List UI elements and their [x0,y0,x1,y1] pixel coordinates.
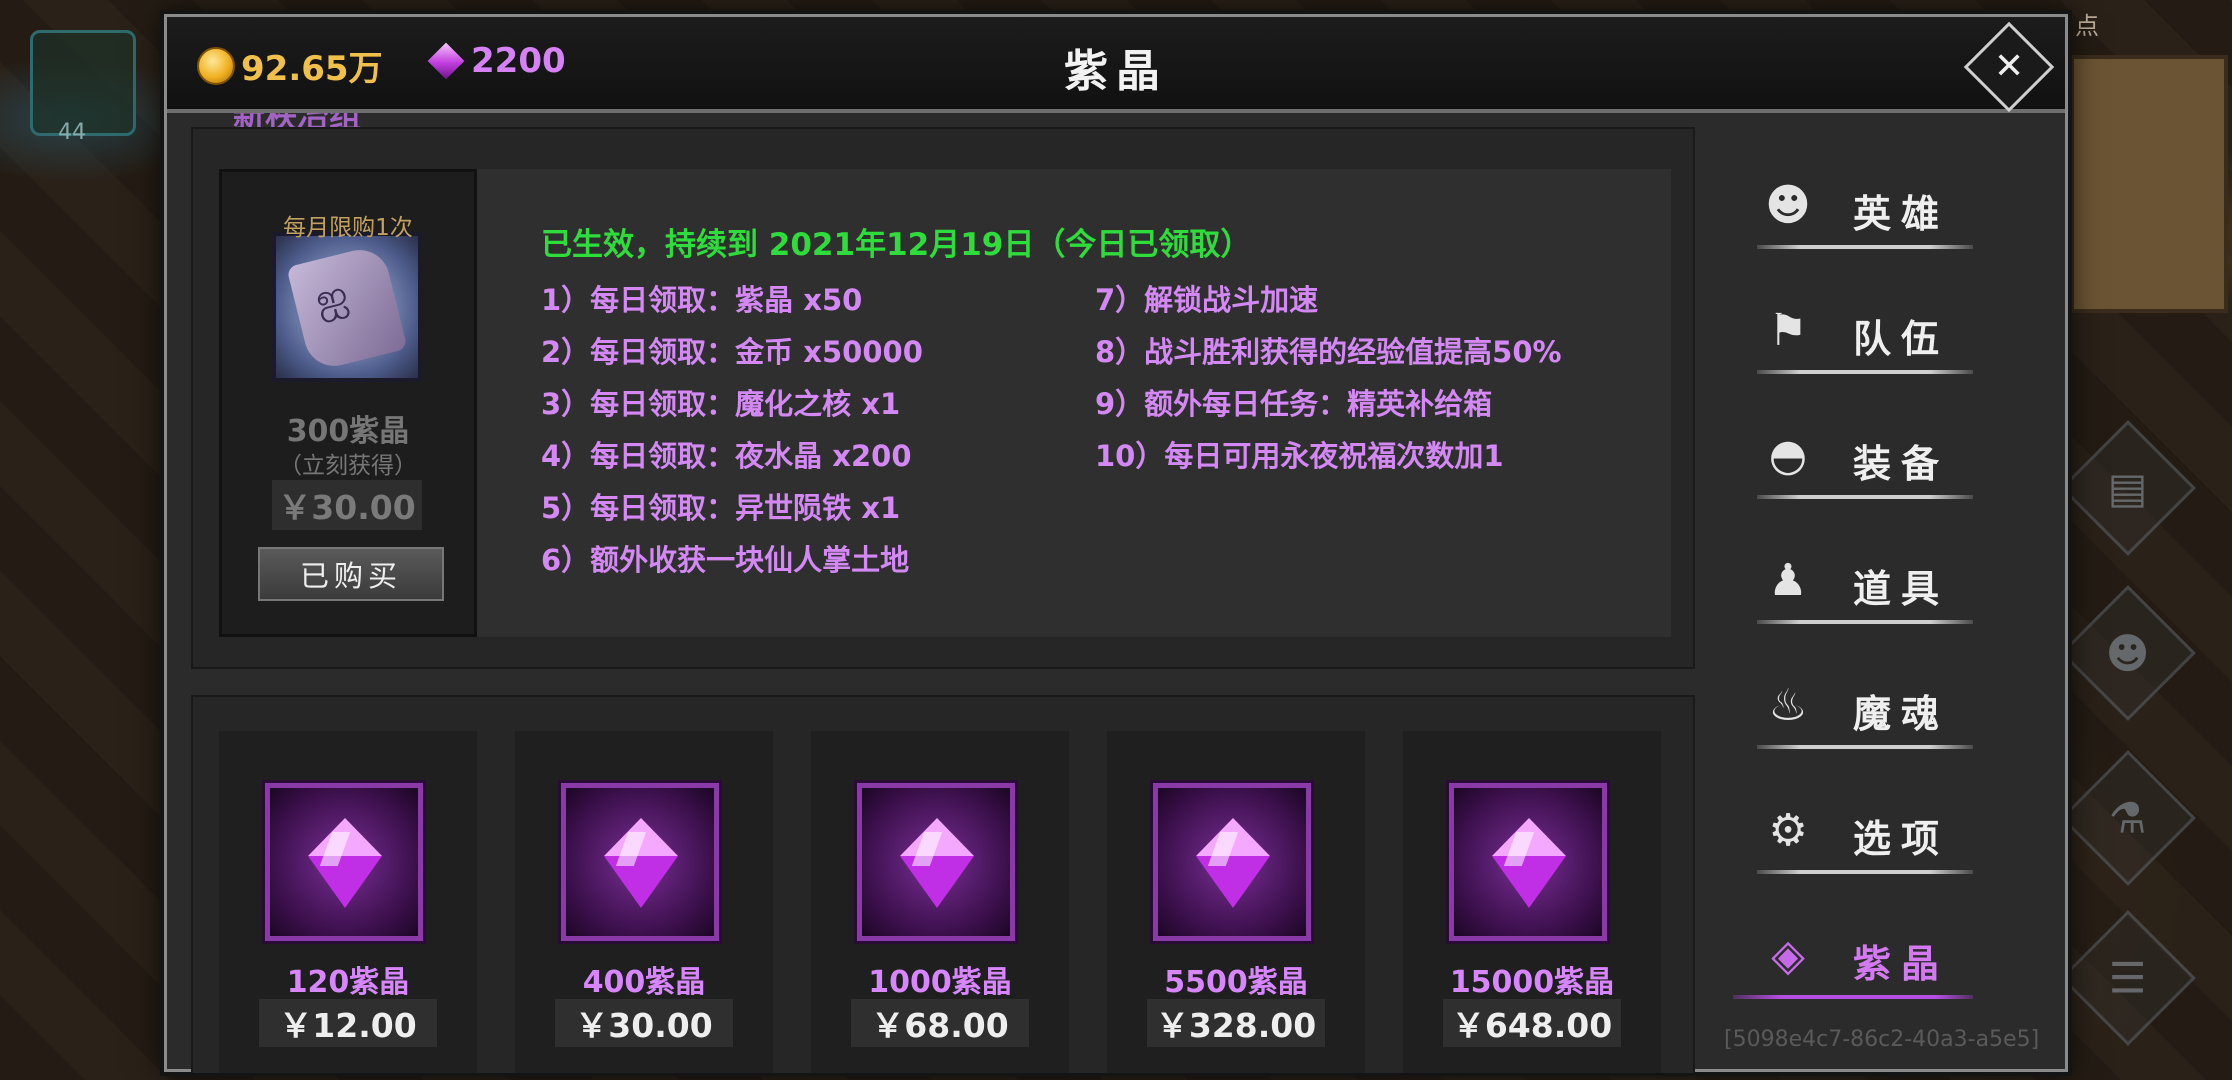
crystal-pack-card[interactable]: 120紫晶 ￥12.00 [219,731,477,1073]
purchased-button[interactable]: 已购买 [258,547,444,601]
crystal-icon [308,818,382,908]
gear-icon: ⚙ [1768,805,1808,856]
background-minimap-label: 点 [2075,12,2099,40]
helmet-icon: ◓ [1768,430,1808,481]
dialog-title: 紫晶 [1064,46,1168,97]
nav-item-crystals[interactable]: ◈ 紫晶 [1733,913,1973,1001]
pack-amount: 1000紫晶 [868,965,1012,1000]
nav-underline [1757,745,1973,749]
nav-label: 队伍 [1853,317,1950,361]
monthly-card-note: （立刻获得） [279,453,417,479]
crystal-shop-dialog: 92.65万 2200 紫晶 ✕ 新秩冶组 ஐ 每月限购1次 300紫晶 （立刻… [164,14,2068,1073]
flag-icon: ⚑ [1768,305,1808,356]
scroll-icon: ஐ [272,232,422,382]
scroll-icon: ▤ [2108,463,2148,513]
crystal-frame [857,783,1015,941]
crystal-pack-card[interactable]: 15000紫晶 ￥648.00 [1403,731,1661,1073]
shop-content[interactable]: 新秩冶组 ஐ 每月限购1次 300紫晶 （立刻获得） ￥30.00 已购买 已生… [191,113,1695,1073]
pack-amount: 5500紫晶 [1164,965,1308,1000]
crystal-frame [265,783,423,941]
nav-item-heroes[interactable]: ☻ 英雄 [1757,163,1973,251]
nav-label: 装备 [1853,442,1950,486]
perk-item: 1）每日领取：紫晶 x50 [541,283,863,317]
nav-label: 选项 [1853,817,1950,861]
close-icon: ✕ [1993,45,2025,87]
monthly-card-amount: 300紫晶 [286,414,410,449]
heroes-icon: ☻ [1765,180,1811,231]
menu-icon: ☰ [2109,953,2147,1003]
perk-item: 4）每日领取：夜水晶 x200 [541,439,912,473]
crystal-icon [604,818,678,908]
purchase-limit-badge: 每月限购1次 [283,215,413,241]
bag-icon: ♟ [1768,555,1808,606]
perk-item: 2）每日领取：金币 x50000 [541,335,923,369]
nav-label: 魔魂 [1853,692,1950,736]
nav-underline [1757,870,1973,874]
background-minimap [2070,55,2228,313]
heroes-icon: ☻ [2106,628,2150,678]
monthly-card-body: ஐ 每月限购1次 300紫晶 （立刻获得） ￥30.00 已购买 已生效，持续到… [219,169,1671,637]
crystal-pack-card[interactable]: 5500紫晶 ￥328.00 [1107,731,1365,1073]
pack-price-button[interactable]: ￥30.00 [555,999,733,1047]
perk-item: 9）额外每日任务：精英补给箱 [1095,387,1493,421]
crystal-packs-panel: 120紫晶 ￥12.00 400紫晶 ￥30.00 1000紫晶 ￥68.00 [191,695,1695,1073]
nav-underline [1757,620,1973,624]
crystal-frame [1153,783,1311,941]
perk-item: 8）战斗胜利获得的经验值提高50% [1095,335,1562,369]
nav-item-team[interactable]: ⚑ 队伍 [1757,288,1973,376]
side-navigation: ☻ 英雄 ⚑ 队伍 ◓ 装备 ♟ 道具 ♨ 魔魂 ⚙ 选项 ◈ 紫晶 [1707,113,2057,1063]
nav-label: 英雄 [1853,192,1950,236]
crystal-icon [1196,818,1270,908]
potion-icon: ⚗ [2109,793,2147,843]
perk-item: 3）每日领取：魔化之核 x1 [541,387,901,421]
nav-label: 紫晶 [1853,942,1950,986]
nav-item-equipment[interactable]: ◓ 装备 [1757,413,1973,501]
nav-underline-active [1733,995,1973,999]
crystal-icon [1492,818,1566,908]
crystal-frame [561,783,719,941]
monthly-card-item: ஐ 每月限购1次 300紫晶 （立刻获得） ￥30.00 已购买 [219,169,477,637]
pack-price-button[interactable]: ￥68.00 [851,999,1029,1047]
background-slot-count: 44 [58,120,86,145]
crystal-pack-card[interactable]: 400紫晶 ￥30.00 [515,731,773,1073]
pack-amount: 400紫晶 [582,965,706,1000]
perk-item: 6）额外收获一块仙人掌土地 [541,543,910,577]
pack-amount: 120紫晶 [286,965,410,1000]
perk-item: 10）每日可用永夜祝福次数加1 [1095,439,1504,473]
pack-price-button[interactable]: ￥328.00 [1147,999,1325,1047]
perk-item: 5）每日领取：异世陨铁 x1 [541,491,901,525]
crystal-pack-card[interactable]: 1000紫晶 ￥68.00 [811,731,1069,1073]
nav-label: 道具 [1853,567,1950,611]
nav-item-options[interactable]: ⚙ 选项 [1757,788,1973,876]
pack-price-button[interactable]: ￥648.00 [1443,999,1621,1047]
monthly-card-status: 已生效，持续到 2021年12月19日（今日已领取） [541,227,1252,263]
pack-amount: 15000紫晶 [1449,965,1615,1000]
crystal-frame [1449,783,1607,941]
dialog-header: 92.65万 2200 紫晶 ✕ [167,17,2065,113]
session-id: [5098e4c7-86c2-40a3-a5e5] [1724,1027,2040,1052]
nav-item-items[interactable]: ♟ 道具 [1757,538,1973,626]
nav-underline [1757,245,1973,249]
nav-underline [1757,495,1973,499]
monthly-card-panel: ஐ 每月限购1次 300紫晶 （立刻获得） ￥30.00 已购买 已生效，持续到… [191,127,1695,669]
monthly-card-price: ￥30.00 [272,480,422,530]
crystal-icon: ◈ [1771,930,1805,981]
pack-price-button[interactable]: ￥12.00 [259,999,437,1047]
nav-underline [1757,370,1973,374]
perk-item: 7）解锁战斗加速 [1095,283,1319,317]
flame-icon: ♨ [1768,680,1808,731]
nav-item-souls[interactable]: ♨ 魔魂 [1757,663,1973,751]
crystal-icon [900,818,974,908]
